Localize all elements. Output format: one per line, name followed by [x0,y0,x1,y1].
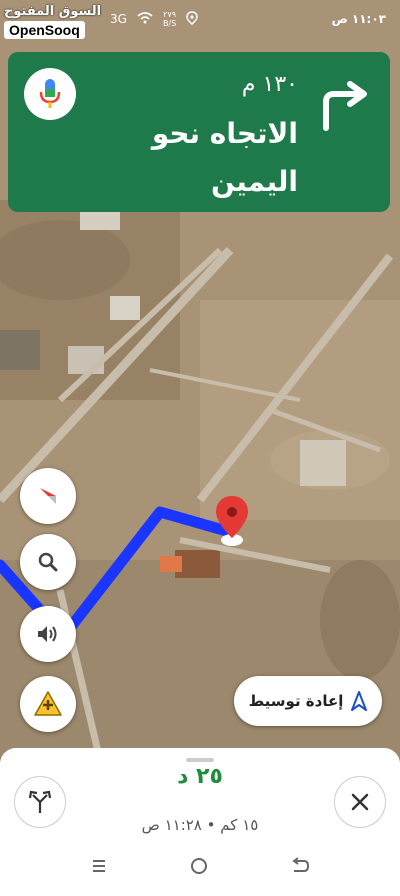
navigation-banner[interactable]: ١٣٠ م الاتجاه نحو اليمين [8,52,390,212]
search-icon [38,552,58,572]
trip-separator: • [206,816,216,834]
opensooq-watermark: السوق المفتوح OpenSooq [4,4,101,39]
signal-type: 3G [110,12,127,26]
recenter-button[interactable]: إعادة توسيط [234,676,382,726]
exit-navigation-button[interactable] [334,776,386,828]
back-button[interactable] [290,856,310,880]
clock: ١١:٠٣ ص [331,12,386,26]
recenter-label: إعادة توسيط [248,692,344,710]
network-speed: ٢٧٩ B/S [162,10,177,28]
turn-right-icon [318,78,372,136]
volume-icon [38,626,57,642]
compass-button[interactable] [20,468,76,524]
maneuver-distance: ١٣٠ م [241,72,298,97]
report-incident-button[interactable] [20,676,76,732]
watermark-brand: OpenSooq [4,21,85,39]
navigation-arrow-icon [351,691,368,711]
home-icon [191,858,207,874]
watermark-arabic: السوق المفتوح [4,4,102,19]
sound-button[interactable] [20,606,76,662]
status-icons: 3G ٢٧٩ B/S [110,10,198,28]
alternate-routes-icon [28,790,52,813]
search-button[interactable] [20,534,76,590]
report-incident-icon [34,691,62,716]
arrival-time: ١١:٢٨ ص [141,816,202,834]
mic-icon [39,79,61,108]
home-button[interactable] [190,856,208,880]
close-icon [351,793,369,811]
recent-apps-icon [93,860,105,872]
sheet-handle[interactable] [186,758,214,762]
maneuver-instruction: الاتجاه نحو اليمين [151,117,298,198]
location-icon [186,10,198,28]
system-navigation-bar [0,842,400,896]
recent-apps-button[interactable] [90,856,108,880]
back-icon [292,857,310,872]
trip-distance: ١٥ كم [220,816,259,834]
wifi-icon [137,11,153,27]
compass-icon [40,488,56,504]
destination-pin-icon[interactable] [212,494,252,554]
